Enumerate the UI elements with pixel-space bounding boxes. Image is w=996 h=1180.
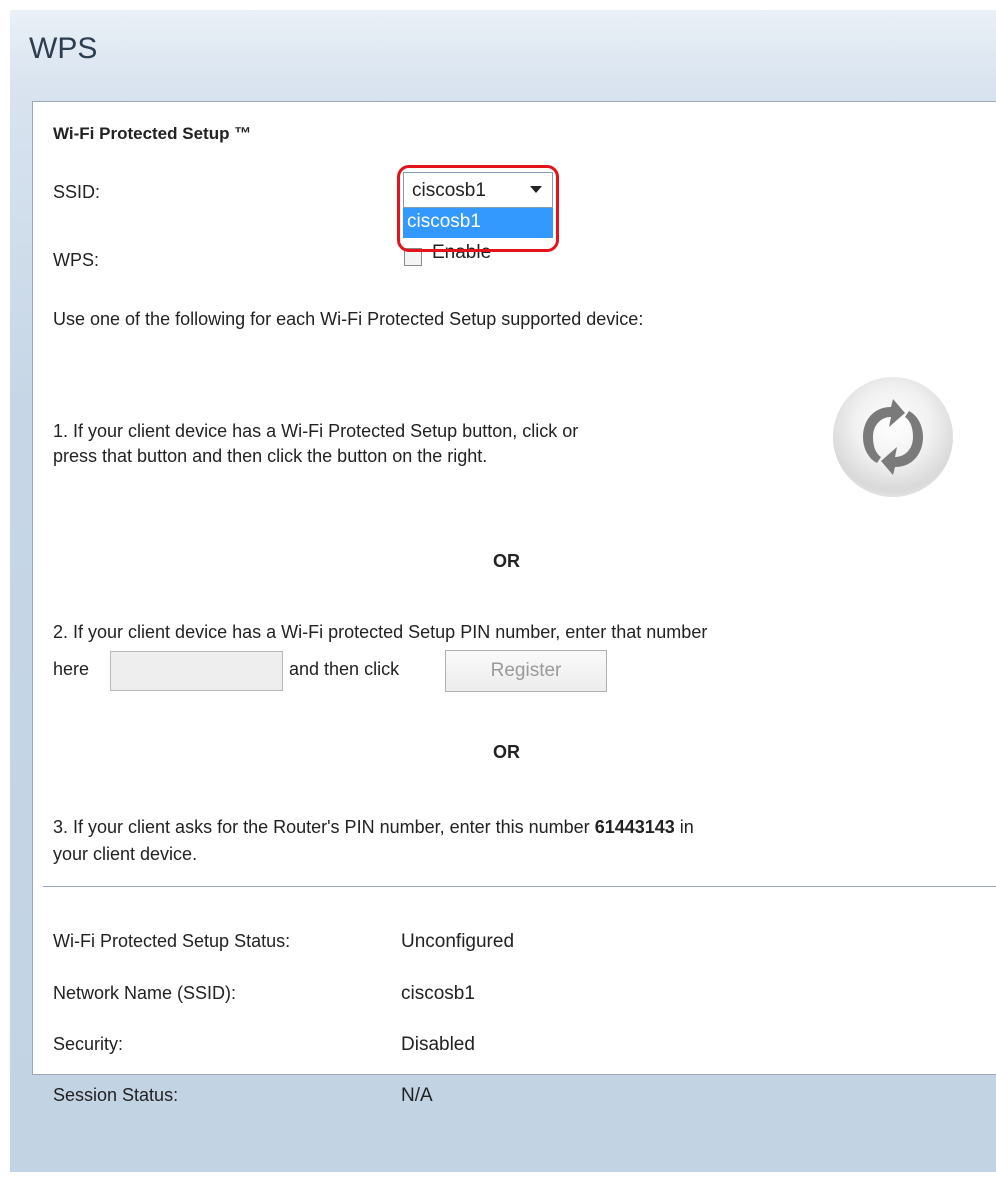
- security-value: Disabled: [401, 1034, 475, 1055]
- chevron-down-icon: [530, 186, 542, 193]
- wps-enable-checkbox[interactable]: [404, 248, 422, 266]
- router-pin: 61443143: [594, 817, 675, 837]
- page-title: WPS: [29, 32, 98, 65]
- step2-suffix: and then click: [289, 659, 400, 679]
- ssid-option[interactable]: ciscosb1: [403, 208, 553, 238]
- session-status-label: Session Status:: [53, 1085, 179, 1105]
- instructions-text: Use one of the following for each Wi-Fi …: [53, 309, 644, 329]
- security-label: Security:: [53, 1034, 124, 1054]
- wps-enable-control: Enable: [404, 238, 534, 268]
- step2-line1: 2. If your client device has a Wi-Fi pro…: [53, 622, 708, 642]
- network-name-label: Network Name (SSID):: [53, 983, 237, 1003]
- step1-line2: press that button and then click the but…: [53, 446, 488, 466]
- section-title: Wi-Fi Protected Setup ™: [53, 124, 252, 143]
- step3-line2: your client device.: [53, 844, 198, 864]
- ssid-select-value: ciscosb1: [412, 180, 486, 201]
- divider: [43, 886, 996, 887]
- step3-line1: 3. If your client asks for the Router's …: [53, 817, 694, 838]
- page-background: WPS Wi-Fi Protected Setup ™ SSID: ciscos…: [10, 10, 996, 1172]
- wps-push-button-icon[interactable]: [833, 377, 953, 497]
- network-name-value: ciscosb1: [401, 983, 475, 1004]
- ssid-select[interactable]: ciscosb1: [403, 172, 553, 208]
- wps-panel: Wi-Fi Protected Setup ™ SSID: ciscosb1 c…: [32, 101, 996, 1106]
- ssid-label: SSID:: [53, 182, 101, 202]
- step1-text: 1. If your client device has a Wi-Fi Pro…: [53, 419, 773, 469]
- step3-text-before: 3. If your client asks for the Router's …: [53, 817, 595, 837]
- session-status-value: N/A: [401, 1085, 433, 1106]
- register-button[interactable]: Register: [445, 650, 607, 692]
- pin-input[interactable]: [110, 651, 283, 691]
- wps-status-value: Unconfigured: [401, 931, 515, 952]
- wps-label: WPS:: [53, 250, 100, 270]
- wps-status-label: Wi-Fi Protected Setup Status:: [53, 931, 291, 951]
- or-separator-1: OR: [493, 551, 520, 571]
- or-separator-2: OR: [493, 742, 520, 762]
- wps-enable-label: Enable: [432, 242, 492, 263]
- step1-line1: 1. If your client device has a Wi-Fi Pro…: [53, 421, 579, 441]
- step3-text-after: in: [674, 817, 694, 837]
- step2-prefix: here: [53, 659, 90, 679]
